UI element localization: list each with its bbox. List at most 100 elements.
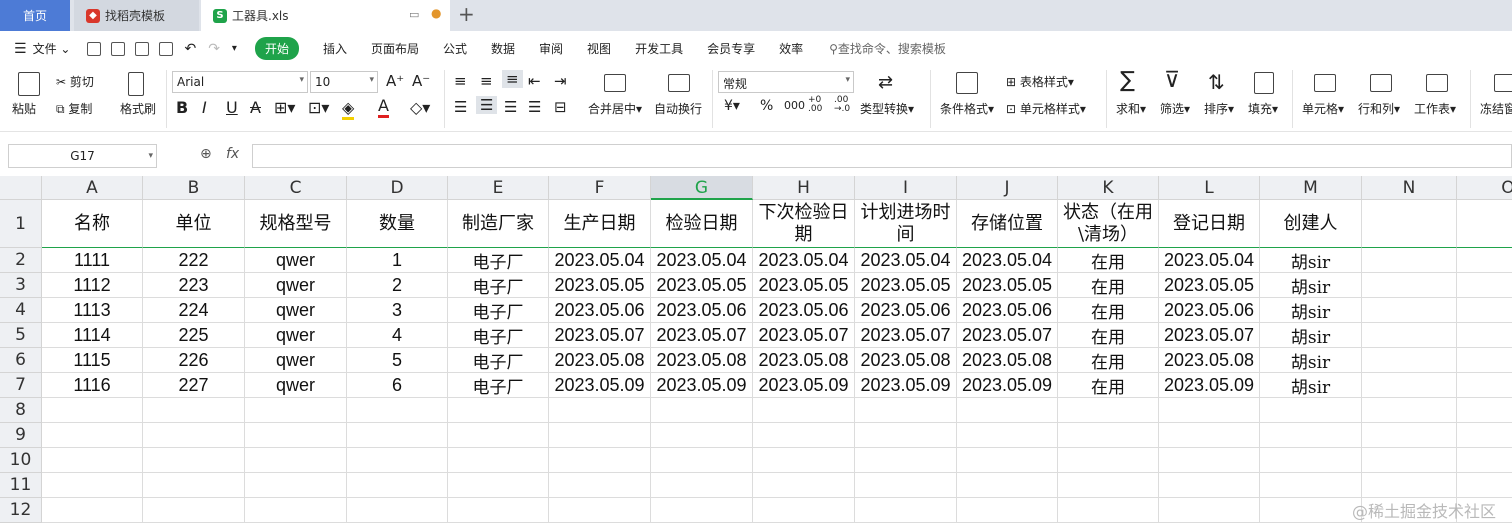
sum-icon[interactable]: ∑: [1120, 68, 1135, 93]
empty-cell[interactable]: [1362, 248, 1457, 273]
merge-center-button[interactable]: 合并居中▾: [588, 100, 642, 117]
cell-style-icon[interactable]: ⊡▾: [308, 98, 329, 117]
wrap-text-button[interactable]: 自动换行: [654, 100, 702, 117]
print-icon[interactable]: [135, 41, 150, 56]
empty-cell[interactable]: [1362, 373, 1457, 398]
data-cell[interactable]: 电子厂: [448, 348, 549, 373]
menu-file[interactable]: 文件 ⌄: [33, 40, 71, 57]
format-painter-icon[interactable]: [128, 72, 144, 96]
decrease-font-icon[interactable]: A⁻: [412, 72, 430, 90]
zoom-icon[interactable]: ⊕: [200, 146, 212, 162]
row-header[interactable]: 8: [0, 398, 42, 423]
empty-cell[interactable]: [1457, 323, 1512, 348]
fill-button[interactable]: 填充▾: [1248, 100, 1278, 117]
name-box[interactable]: G17 ▾: [8, 144, 157, 168]
column-header[interactable]: N: [1362, 176, 1457, 200]
undo-icon[interactable]: ↶: [184, 41, 196, 57]
data-cell[interactable]: 在用: [1058, 273, 1159, 298]
row-header[interactable]: 9: [0, 423, 42, 448]
header-cell[interactable]: 制造厂家: [448, 200, 549, 248]
data-cell[interactable]: 222: [143, 248, 245, 273]
menu-formula[interactable]: 公式: [443, 40, 467, 57]
sort-icon[interactable]: ⇅: [1208, 70, 1225, 94]
align-bottom-icon[interactable]: ≡: [502, 70, 523, 88]
data-cell[interactable]: 2023.05.07: [855, 323, 957, 348]
empty-cell[interactable]: [651, 498, 753, 523]
column-header[interactable]: E: [448, 176, 549, 200]
header-cell[interactable]: 单位: [143, 200, 245, 248]
align-right-icon[interactable]: ☰: [504, 98, 517, 116]
empty-cell[interactable]: [1159, 398, 1260, 423]
header-cell[interactable]: 规格型号: [245, 200, 347, 248]
empty-cell[interactable]: [448, 398, 549, 423]
new-tab-button[interactable]: +: [458, 2, 475, 26]
data-cell[interactable]: 1: [347, 248, 448, 273]
empty-cell[interactable]: [549, 448, 651, 473]
freeze-icon[interactable]: [1494, 74, 1512, 92]
sum-button[interactable]: 求和▾: [1116, 100, 1146, 117]
copy-button[interactable]: ⧉ 复制: [56, 100, 92, 117]
empty-cell[interactable]: [957, 423, 1058, 448]
empty-cell[interactable]: [448, 473, 549, 498]
empty-cell[interactable]: [1362, 348, 1457, 373]
data-cell[interactable]: 1115: [42, 348, 143, 373]
type-convert-icon[interactable]: ⇄: [878, 72, 893, 93]
paste-icon[interactable]: [18, 72, 40, 96]
column-header[interactable]: G: [651, 176, 753, 200]
indent-increase-icon[interactable]: ⇥: [554, 72, 567, 90]
data-cell[interactable]: 1114: [42, 323, 143, 348]
cell-icon[interactable]: [1314, 74, 1336, 92]
data-cell[interactable]: 2023.05.04: [957, 248, 1058, 273]
data-cell[interactable]: 2023.05.06: [957, 298, 1058, 323]
data-cell[interactable]: 2023.05.05: [855, 273, 957, 298]
bold-icon[interactable]: B: [176, 98, 188, 117]
data-cell[interactable]: 223: [143, 273, 245, 298]
empty-cell[interactable]: [1457, 398, 1512, 423]
empty-cell[interactable]: [549, 423, 651, 448]
header-cell[interactable]: 计划进场时间: [855, 200, 957, 248]
empty-cell[interactable]: [753, 473, 855, 498]
empty-cell[interactable]: [448, 448, 549, 473]
empty-cell[interactable]: [42, 498, 143, 523]
underline-icon[interactable]: U: [226, 98, 238, 117]
data-cell[interactable]: 2023.05.05: [1159, 273, 1260, 298]
justify-icon[interactable]: ☰: [528, 98, 541, 116]
data-cell[interactable]: 2023.05.07: [957, 323, 1058, 348]
empty-cell[interactable]: [143, 423, 245, 448]
distributed-icon[interactable]: ⊟: [554, 98, 567, 116]
empty-cell[interactable]: [549, 473, 651, 498]
empty-cell[interactable]: [957, 398, 1058, 423]
empty-cell[interactable]: [651, 448, 753, 473]
row-column-button[interactable]: 行和列▾: [1358, 100, 1400, 117]
empty-cell[interactable]: [957, 448, 1058, 473]
conditional-format-button[interactable]: 条件格式▾: [940, 100, 994, 117]
empty-cell[interactable]: [1058, 448, 1159, 473]
data-cell[interactable]: 4: [347, 323, 448, 348]
data-cell[interactable]: qwer: [245, 298, 347, 323]
save-icon[interactable]: [87, 41, 102, 56]
empty-cell[interactable]: [1457, 273, 1512, 298]
print-preview-icon[interactable]: [159, 41, 174, 56]
empty-cell[interactable]: [855, 423, 957, 448]
empty-cell[interactable]: [1159, 473, 1260, 498]
data-cell[interactable]: 电子厂: [448, 298, 549, 323]
column-header[interactable]: B: [143, 176, 245, 200]
data-cell[interactable]: 胡sir: [1260, 273, 1362, 298]
data-cell[interactable]: 胡sir: [1260, 373, 1362, 398]
paste-button[interactable]: 粘贴: [12, 100, 36, 117]
formula-input[interactable]: [252, 144, 1512, 168]
empty-cell[interactable]: [448, 498, 549, 523]
cell-button[interactable]: 单元格▾: [1302, 100, 1344, 117]
hamburger-icon[interactable]: ☰: [14, 41, 27, 57]
empty-cell[interactable]: [143, 498, 245, 523]
data-cell[interactable]: 1111: [42, 248, 143, 273]
empty-cell[interactable]: [245, 398, 347, 423]
data-cell[interactable]: 胡sir: [1260, 298, 1362, 323]
column-header[interactable]: L: [1159, 176, 1260, 200]
data-cell[interactable]: 2023.05.05: [753, 273, 855, 298]
row-header[interactable]: 12: [0, 498, 42, 523]
empty-cell[interactable]: [957, 473, 1058, 498]
data-cell[interactable]: 6: [347, 373, 448, 398]
format-painter-button[interactable]: 格式刷: [120, 100, 156, 117]
empty-cell[interactable]: [753, 398, 855, 423]
